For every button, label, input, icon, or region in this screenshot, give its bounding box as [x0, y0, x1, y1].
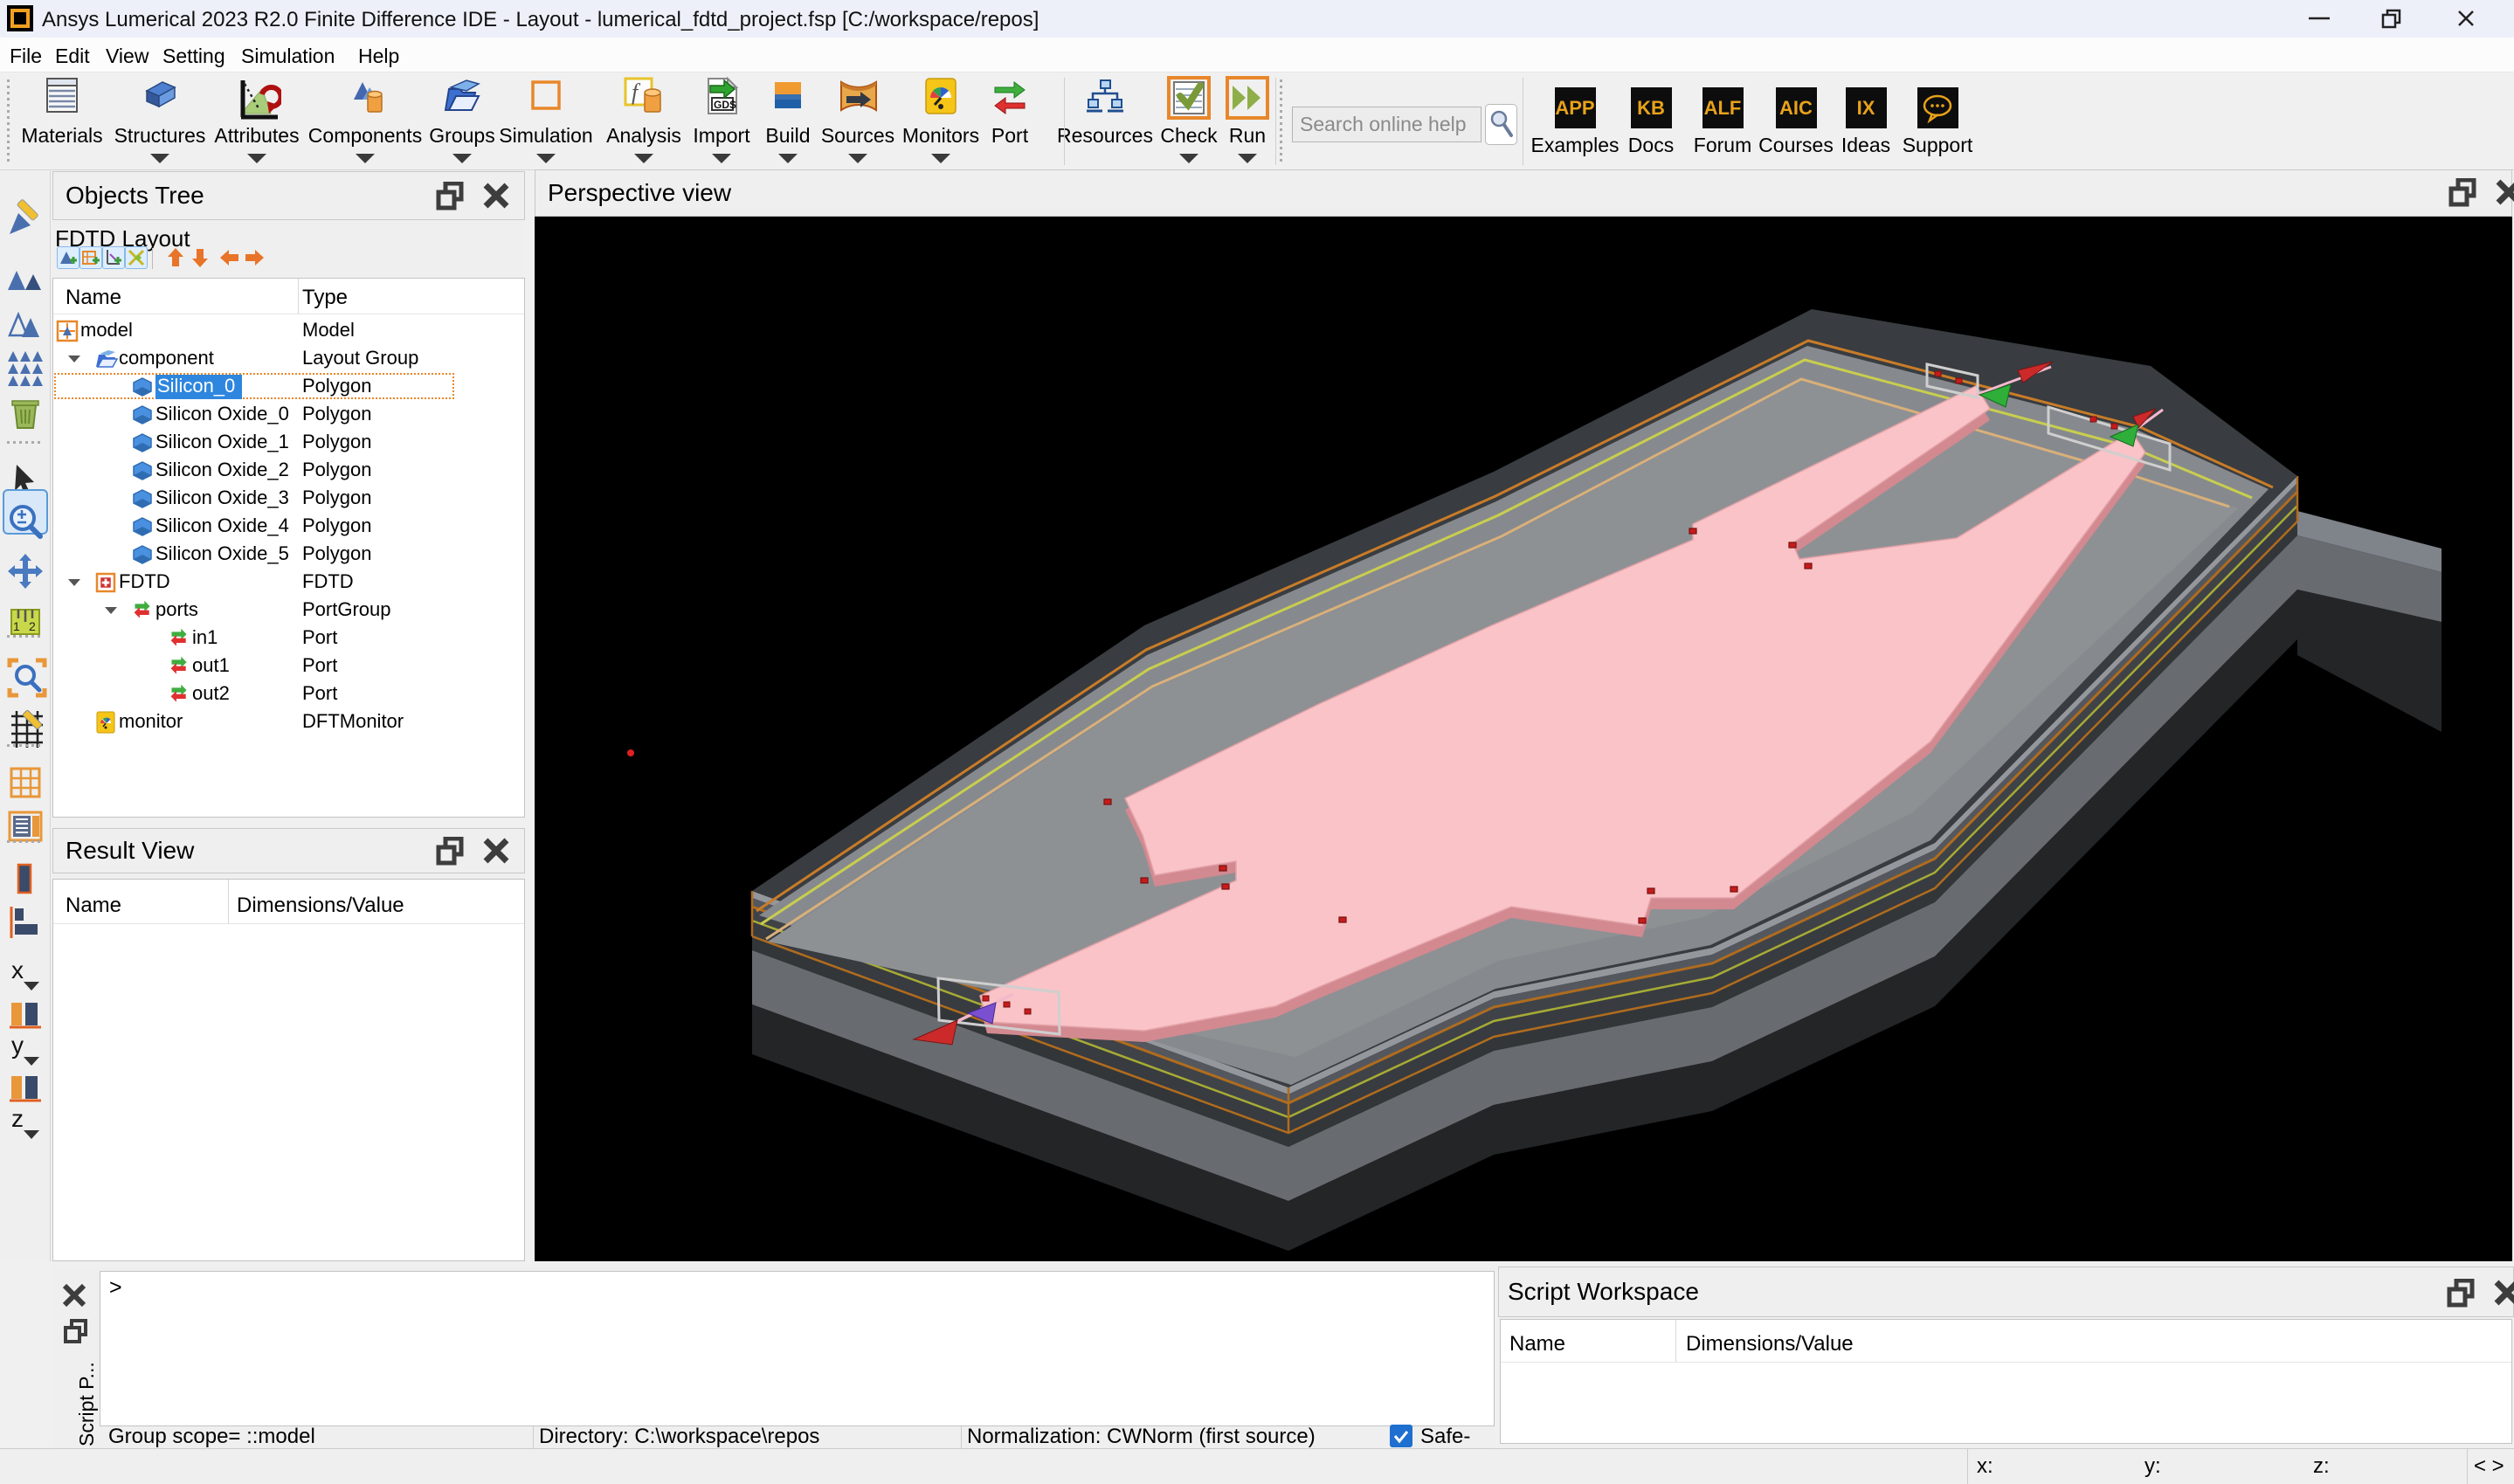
svg-text:z: z [11, 1105, 24, 1132]
svg-text:x: x [11, 956, 24, 984]
svg-text:y: y [11, 1032, 24, 1059]
svg-text:2: 2 [29, 619, 36, 633]
svg-text:1: 1 [13, 619, 20, 633]
